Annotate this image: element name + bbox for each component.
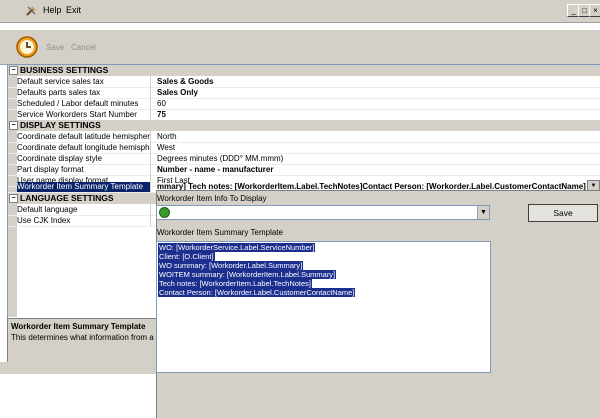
collapse-icon[interactable]: − xyxy=(9,121,18,130)
property-name: Use CJK Index xyxy=(17,215,151,226)
cancel-toolbar-button[interactable]: Cancel xyxy=(71,43,96,52)
property-name: Coordinate display style xyxy=(17,153,151,164)
category-title: BUSINESS SETTINGS xyxy=(20,65,109,75)
template-label: Workorder Item Summary Template xyxy=(157,228,283,237)
info-to-display-label: Workorder Item Info To Display xyxy=(157,194,267,203)
tools-icon[interactable] xyxy=(26,5,37,16)
help-title: Workorder Item Summary Template xyxy=(11,322,146,331)
property-value[interactable]: Degrees minutes (DDD° MM.mmm) xyxy=(157,153,597,164)
info-to-display-combo[interactable]: ▼ xyxy=(156,205,490,220)
help-description: This determines what information from a … xyxy=(11,333,168,342)
template-line: WO summary: [Workorder.Label.Summary] xyxy=(158,261,304,270)
property-value[interactable]: Sales & Goods xyxy=(157,76,597,87)
status-icon xyxy=(159,207,170,218)
menu-exit[interactable]: Exit xyxy=(66,5,81,15)
property-name: Coordinate default latitude hemisphere xyxy=(17,131,151,142)
property-name: Workorder Item Summary Template xyxy=(17,182,151,192)
collapse-icon[interactable]: − xyxy=(9,194,18,203)
template-textarea[interactable]: WO: [WorkorderService.Label.ServiceNumbe… xyxy=(156,241,491,373)
menu-help[interactable]: Help xyxy=(43,5,62,15)
property-name: Coordinate default longitude hemisphere xyxy=(17,142,151,153)
clock-icon[interactable] xyxy=(16,36,38,58)
status-strip xyxy=(0,362,156,374)
property-value[interactable]: North xyxy=(157,131,597,142)
property-value[interactable]: Sales Only xyxy=(157,87,597,98)
property-name: Scheduled / Labor default minutes xyxy=(17,98,151,109)
chevron-down-icon[interactable]: ▼ xyxy=(477,206,489,219)
template-line: Contact Person: [Workorder.Label.Custome… xyxy=(158,288,356,297)
template-line: Tech notes: [WorkorderItem.Label.TechNot… xyxy=(158,279,313,288)
help-panel: Workorder Item Summary Template This det… xyxy=(7,318,167,364)
property-name: Part display format xyxy=(17,164,151,175)
property-value[interactable]: 75 xyxy=(157,109,597,120)
property-value[interactable]: Number - name - manufacturer xyxy=(157,164,597,175)
collapse-icon[interactable]: − xyxy=(9,66,18,75)
save-toolbar-button[interactable]: Save xyxy=(46,43,64,52)
category-title: DISPLAY SETTINGS xyxy=(20,120,101,130)
empty-area xyxy=(0,374,156,417)
menu-bar xyxy=(0,0,600,23)
property-name: Service Workorders Start Number xyxy=(17,109,151,120)
category-title: LANGUAGE SETTINGS xyxy=(20,193,114,203)
close-button[interactable]: × xyxy=(589,4,600,17)
grid-row[interactable]: Use CJK Index xyxy=(8,215,156,227)
template-line: Client: [O.Client] xyxy=(158,252,215,261)
property-name: Default language xyxy=(17,204,151,215)
property-name: Default service sales tax xyxy=(17,76,151,87)
category-business-settings[interactable]: − BUSINESS SETTINGS xyxy=(8,65,600,76)
property-name: Defaults parts sales tax xyxy=(17,87,151,98)
template-line: WO: [WorkorderService.Label.ServiceNumbe… xyxy=(158,243,316,252)
category-language-settings[interactable]: − LANGUAGE SETTINGS xyxy=(8,193,156,204)
property-value[interactable]: West xyxy=(157,142,597,153)
property-value[interactable]: 60 xyxy=(157,98,597,109)
save-button[interactable]: Save xyxy=(528,204,598,222)
category-display-settings[interactable]: − DISPLAY SETTINGS xyxy=(8,120,600,131)
template-line: WOITEM summary: [WorkorderItem.Label.Sum… xyxy=(158,270,337,279)
